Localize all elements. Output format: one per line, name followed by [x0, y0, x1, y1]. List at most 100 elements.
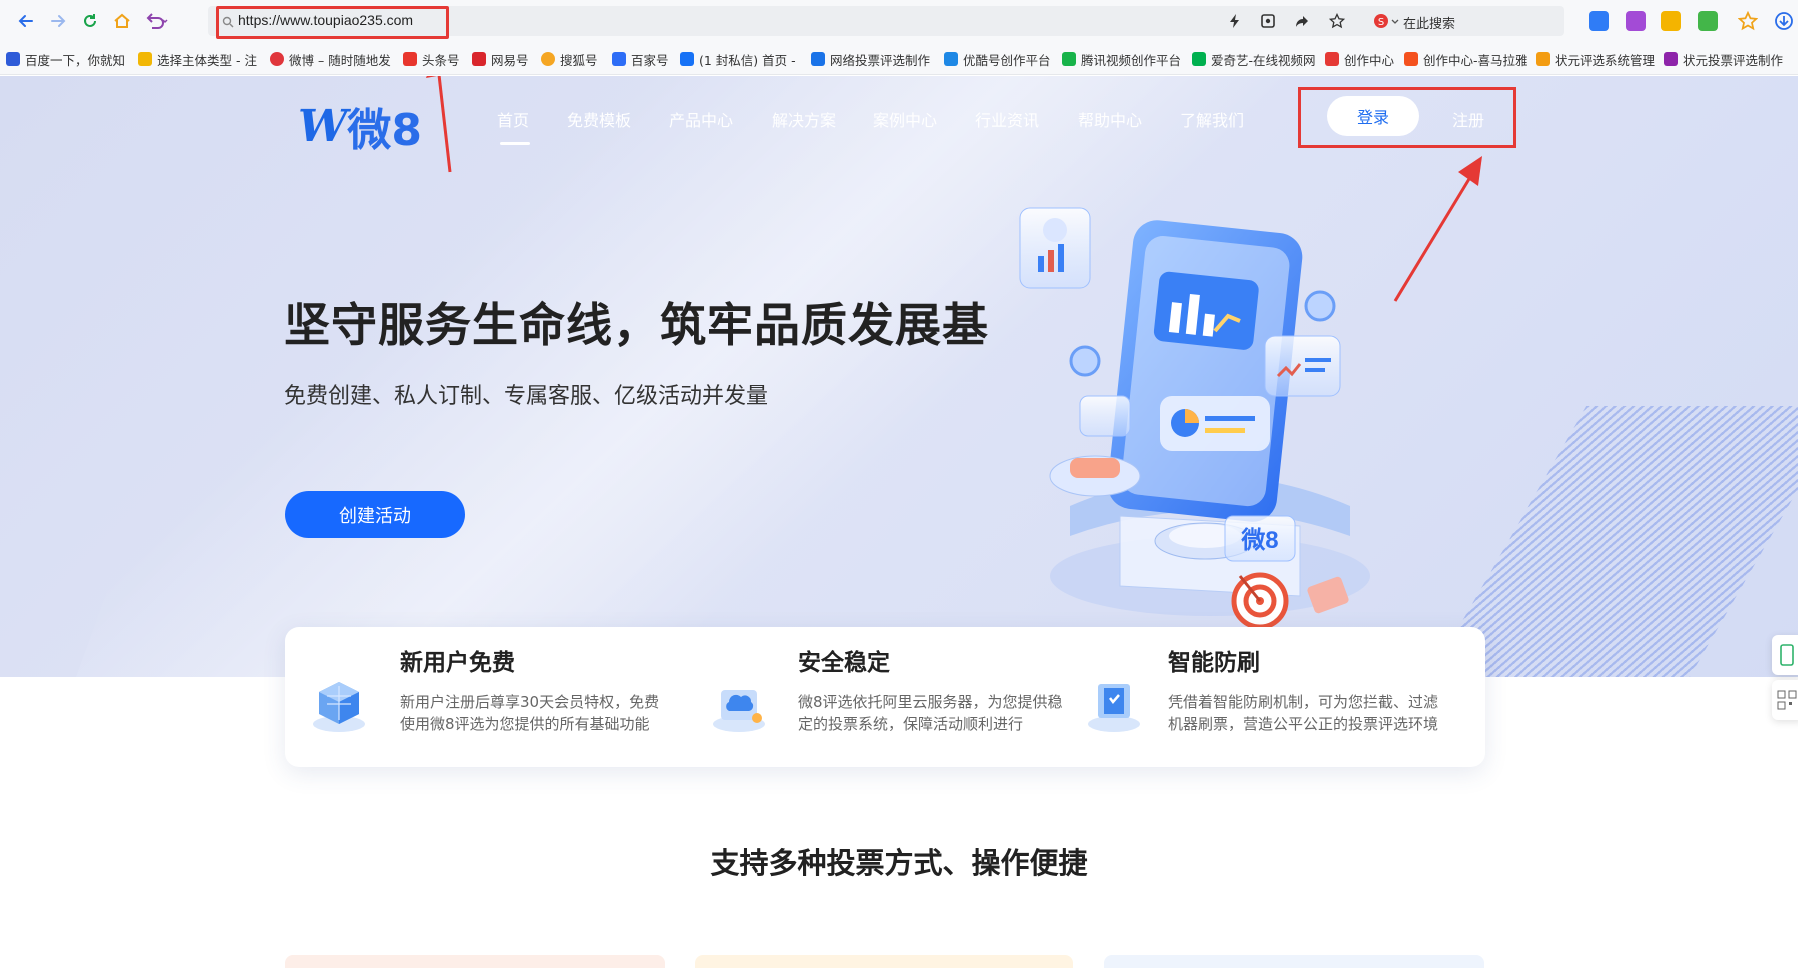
sohu-icon [541, 52, 555, 66]
bookmark-label: 百家号 [631, 52, 669, 68]
paw-icon [6, 52, 20, 66]
qrcode-icon[interactable] [1772, 680, 1798, 720]
translate-icon[interactable] [1589, 11, 1609, 31]
tv-icon [811, 52, 825, 66]
refresh-icon[interactable] [78, 9, 102, 33]
voting-method-card[interactable] [1104, 955, 1484, 968]
nav-solutions[interactable]: 解决方案 [772, 107, 836, 131]
bookmark-label: 微博 – 随时随地发 [289, 52, 391, 68]
logo-text: 微8 [347, 105, 423, 156]
home-icon[interactable] [110, 9, 134, 33]
bookmark-item[interactable]: 搜狐号 [541, 50, 598, 68]
hero-subtitle: 免费创建、私人订制、专属客服、亿级活动并发量 [284, 384, 769, 409]
cube-icon [1536, 52, 1550, 66]
bookmark-label: 头条号 [422, 52, 460, 68]
feature-desc: 微8评选依托阿里云服务器，为您提供稳定的投票系统，保障活动顺利进行 [798, 693, 1063, 733]
bookmark-item[interactable]: 选择主体类型 - 注 [138, 50, 257, 68]
iqiyi-icon [1192, 52, 1206, 66]
bookmark-label: 网络投票评选制作 [830, 52, 931, 68]
bookmark-label: 创作中心-喜马拉雅 [1423, 52, 1528, 68]
feature-title: 安全稳定 [798, 650, 890, 676]
browser-window: https://www.toupiao235.com S 在此搜索 百度一下，你… [0, 0, 1798, 968]
voting-method-card[interactable] [285, 955, 665, 968]
star-icon[interactable] [1328, 12, 1346, 30]
baijia-icon [612, 52, 626, 66]
create-activity-button[interactable]: 创建活动 [285, 491, 465, 538]
bookmark-item[interactable]: 创作中心-喜马拉雅 [1404, 50, 1528, 68]
bookmark-item[interactable]: 网易号 [472, 50, 529, 68]
logo-mark: W [298, 100, 347, 152]
site-logo[interactable]: W 微8 [298, 94, 422, 158]
puzzle-icon[interactable] [1698, 11, 1718, 31]
mobile-icon[interactable] [1772, 635, 1798, 675]
screenshot-icon[interactable] [1259, 12, 1277, 30]
nav-about[interactable]: 了解我们 [1180, 107, 1244, 131]
hero-title: 坚守服务生命线，筑牢品质发展基 [284, 298, 989, 352]
nav-cases[interactable]: 案例中心 [873, 107, 937, 131]
extension-icon[interactable] [1626, 11, 1646, 31]
feature-title: 智能防刷 [1168, 650, 1260, 676]
bookmark-item[interactable]: 头条号 [403, 50, 460, 68]
bookmark-item[interactable]: 优酷号创作平台 [944, 50, 1051, 68]
feature-anti-fraud: 智能防刷 凭借着智能防刷机制，可为您拦截、过滤机器刷票，营造公平公正的投票评选环… [1070, 627, 1450, 767]
undo-icon[interactable] [145, 9, 169, 33]
bookmark-item[interactable]: 状元投票评选制作 [1664, 50, 1783, 68]
bookmark-label: 百度一下，你就知 [25, 52, 126, 68]
forward-arrow-icon[interactable] [46, 9, 70, 33]
bookmark-label: 状元投票评选制作 [1683, 52, 1784, 68]
bookmark-label: 爱奇艺-在线视频网 [1211, 52, 1316, 68]
bookmark-label: 创作中心 [1344, 52, 1395, 68]
share-icon[interactable] [1293, 12, 1311, 30]
login-highlight-box [1298, 87, 1516, 148]
feature-desc: 新用户注册后尊享30天会员特权，免费使用微8评选为您提供的所有基础功能 [400, 693, 660, 733]
feature-desc: 凭借着智能防刷机制，可为您拦截、过滤机器刷票，营造公平公正的投票评选环境 [1168, 693, 1439, 733]
download-icon[interactable] [1774, 11, 1794, 31]
favorite-star-icon[interactable] [1737, 10, 1759, 31]
voting-method-card[interactable] [695, 955, 1073, 968]
nav-active-indicator [500, 142, 530, 145]
illustration-badge: 微8 [1240, 526, 1278, 554]
bell-icon [138, 52, 152, 66]
lightning-icon[interactable] [1226, 12, 1244, 30]
browser-search-box[interactable]: S [1362, 9, 1562, 33]
sogou-search-icon: S [1374, 14, 1399, 28]
weibo-icon [270, 52, 284, 66]
bookmark-label: 搜狐号 [560, 52, 598, 68]
bookmark-item[interactable]: (1 封私信) 首页 - [680, 50, 796, 68]
tencent-video-icon [1062, 52, 1076, 66]
bookmark-item[interactable]: 网络投票评选制作 [811, 50, 930, 68]
bookmark-item[interactable]: 创作中心 [1325, 50, 1394, 68]
section-title: 支持多种投票方式、操作便捷 [710, 846, 1088, 880]
bookmark-label: (1 封私信) 首页 - [699, 52, 796, 68]
nav-help[interactable]: 帮助中心 [1078, 107, 1142, 131]
ximalaya-icon [1404, 52, 1418, 66]
nav-products[interactable]: 产品中心 [669, 107, 733, 131]
youku-icon [944, 52, 958, 66]
nav-free-templates[interactable]: 免费模板 [567, 107, 631, 131]
feature-title: 新用户免费 [400, 650, 515, 676]
bookmark-item[interactable]: 微博 – 随时随地发 [270, 50, 391, 68]
folder-icon[interactable] [1661, 11, 1681, 31]
cloud-server-icon [713, 690, 765, 732]
back-arrow-icon[interactable] [14, 9, 38, 33]
nav-industry-news[interactable]: 行业资讯 [975, 107, 1039, 131]
browser-toolbar: https://www.toupiao235.com S 在此搜索 [0, 0, 1798, 42]
bookmark-item[interactable]: 百家号 [612, 50, 669, 68]
bookmark-label: 优酷号创作平台 [963, 52, 1051, 68]
feature-new-user: 新用户免费 新用户注册后尊享30天会员特权，免费使用微8评选为您提供的所有基础功… [285, 627, 665, 767]
svg-text:S: S [1378, 17, 1384, 28]
creator-icon [1325, 52, 1339, 66]
bookmark-item[interactable]: 腾讯视频创作平台 [1062, 50, 1181, 68]
nav-home[interactable]: 首页 [497, 107, 529, 131]
bookmark-label: 状元评选系统管理 [1555, 52, 1656, 68]
bookmark-item[interactable]: 爱奇艺-在线视频网 [1192, 50, 1316, 68]
bookmark-label: 网易号 [491, 52, 529, 68]
bookmarks-bar: 百度一下，你就知 选择主体类型 - 注 微博 – 随时随地发 头条号 网易号 搜… [0, 42, 1798, 75]
bookmark-label: 腾讯视频创作平台 [1081, 52, 1182, 68]
bookmark-item[interactable]: 百度一下，你就知 [6, 50, 125, 68]
feature-card: 新用户免费 新用户注册后尊享30天会员特权，免费使用微8评选为您提供的所有基础功… [285, 627, 1485, 767]
netease-icon [472, 52, 486, 66]
zhihu-icon [680, 52, 694, 66]
browser-search-label[interactable]: 在此搜索 [1403, 13, 1455, 32]
bookmark-item[interactable]: 状元评选系统管理 [1536, 50, 1655, 68]
